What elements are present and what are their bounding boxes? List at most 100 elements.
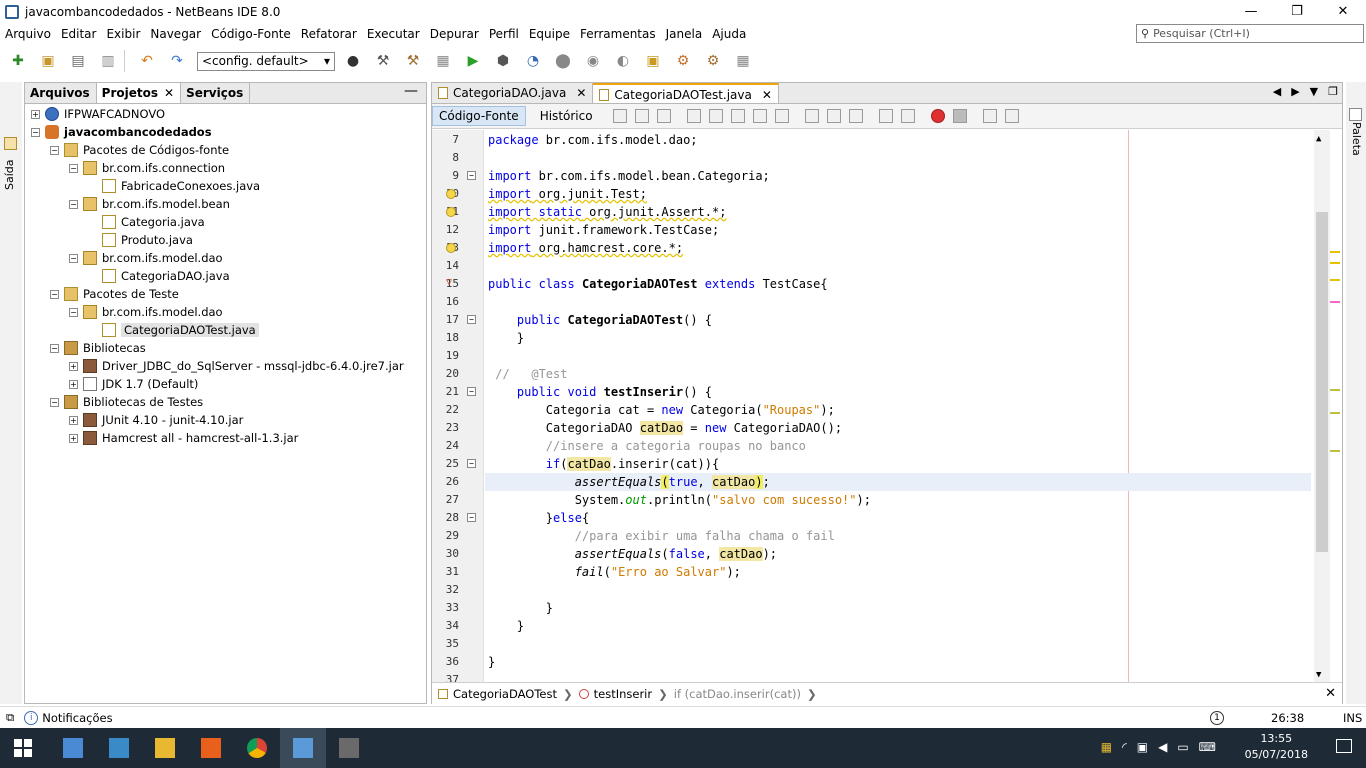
code-line[interactable]: Categoria cat = new Categoria("Roupas"); bbox=[488, 401, 835, 419]
tab-list-icon[interactable]: ▼ bbox=[1310, 85, 1318, 98]
foxit-button[interactable] bbox=[188, 728, 234, 768]
uncomment-icon[interactable] bbox=[1004, 109, 1019, 123]
battery-icon[interactable]: ▭ bbox=[1177, 740, 1188, 754]
code-area[interactable]: 789−101112131415▽1617−18192021−22232425−… bbox=[432, 130, 1342, 682]
info-icon[interactable]: i bbox=[24, 710, 39, 725]
tree-item[interactable]: + Hamcrest all - hamcrest-all-1.3.jar bbox=[69, 429, 298, 447]
step-icon[interactable]: ◐ bbox=[611, 50, 635, 72]
menu-item[interactable]: Ajuda bbox=[707, 27, 751, 41]
code-line[interactable]: import static org.junit.Assert.*; bbox=[488, 203, 726, 221]
breadcrumb-statement[interactable]: if (catDao.inserir(cat)) bbox=[668, 687, 807, 701]
expand-icon[interactable]: + bbox=[69, 415, 78, 425]
code-line[interactable]: //insere a categoria roupas no banco bbox=[488, 437, 806, 455]
scroll-right-icon[interactable]: ▶ bbox=[1291, 85, 1299, 98]
code-line[interactable]: } bbox=[488, 653, 495, 671]
menu-item[interactable]: Equipe bbox=[524, 27, 575, 41]
tree-item[interactable]: CategoriaDAOTest.java bbox=[88, 321, 259, 339]
code-line[interactable]: //para exibir uma falha chama o fail bbox=[488, 527, 835, 545]
last-edit-icon[interactable] bbox=[656, 109, 671, 123]
fold-icon[interactable]: − bbox=[467, 171, 476, 180]
scrollbar-thumb[interactable] bbox=[1316, 212, 1328, 552]
search-taskbar-button[interactable] bbox=[50, 728, 96, 768]
palette-icon[interactable] bbox=[1349, 108, 1362, 121]
tree-item[interactable]: − javacombancodedados bbox=[31, 123, 212, 141]
code-line[interactable]: import br.com.ifs.model.bean.Categoria; bbox=[488, 167, 770, 185]
code-line[interactable]: } bbox=[488, 617, 524, 635]
output-icon[interactable] bbox=[4, 137, 17, 150]
new-project-icon[interactable]: ▣ bbox=[36, 50, 60, 72]
export-icon[interactable]: ▦ bbox=[731, 50, 755, 72]
close-breadcrumb-icon[interactable]: ✕ bbox=[1325, 686, 1342, 701]
code-line[interactable]: import org.hamcrest.core.*; bbox=[488, 239, 683, 257]
collapse-icon[interactable]: − bbox=[69, 199, 78, 209]
toggle-highlight-icon[interactable] bbox=[752, 109, 767, 123]
tree-item[interactable]: + IFPWAFCADNOVO bbox=[31, 105, 165, 123]
find-icon[interactable] bbox=[686, 109, 701, 123]
maximize-button[interactable]: ❐ bbox=[1274, 0, 1320, 23]
deploy-icon[interactable]: ▣ bbox=[641, 50, 665, 72]
error-stripe-mark[interactable] bbox=[1330, 412, 1340, 414]
collapse-icon[interactable]: − bbox=[69, 253, 78, 263]
volume-icon[interactable]: ◀ bbox=[1158, 740, 1167, 754]
apps-tray-icon[interactable]: ▦ bbox=[1101, 740, 1112, 754]
search-placeholder[interactable]: Pesquisar (Ctrl+I) bbox=[1153, 27, 1250, 40]
undo-icon[interactable]: ↶ bbox=[135, 50, 159, 72]
menu-item[interactable]: Editar bbox=[56, 27, 102, 41]
collapse-icon[interactable]: − bbox=[69, 307, 78, 317]
code-line[interactable]: assertEquals(true, catDao); bbox=[488, 473, 770, 491]
menu-item[interactable]: Janela bbox=[661, 27, 708, 41]
code-line[interactable]: assertEquals(false, catDao); bbox=[488, 545, 777, 563]
scroll-down-icon[interactable]: ▼ bbox=[1316, 670, 1321, 680]
error-stripe-mark[interactable] bbox=[1330, 251, 1340, 253]
open-project-icon[interactable]: ▤ bbox=[66, 50, 90, 72]
fold-icon[interactable]: − bbox=[467, 387, 476, 396]
menu-item[interactable]: Exibir bbox=[101, 27, 145, 41]
task-view-button[interactable] bbox=[96, 728, 142, 768]
tree-item[interactable]: − br.com.ifs.model.dao bbox=[69, 303, 223, 321]
error-stripe-mark[interactable] bbox=[1330, 262, 1340, 264]
web-icon[interactable]: ⚙ bbox=[701, 50, 725, 72]
tab-categoriadao-java[interactable]: CategoriaDAO.java ✕ bbox=[432, 83, 594, 103]
shift-right-icon[interactable] bbox=[900, 109, 915, 123]
package-icon[interactable]: ⚙ bbox=[671, 50, 695, 72]
minimize-panel-button[interactable]: — bbox=[396, 83, 426, 103]
shift-left-icon[interactable] bbox=[878, 109, 893, 123]
forward-icon[interactable] bbox=[634, 109, 649, 123]
error-stripe-mark[interactable] bbox=[1330, 450, 1340, 452]
code-line[interactable]: import junit.framework.TestCase; bbox=[488, 221, 719, 239]
code-line[interactable]: package br.com.ifs.model.dao; bbox=[488, 131, 698, 149]
record-macro-icon[interactable] bbox=[930, 109, 945, 123]
palette-window-tab[interactable]: Paleta bbox=[1350, 122, 1363, 156]
tree-item[interactable]: + JUnit 4.10 - junit-4.10.jar bbox=[69, 411, 243, 429]
error-stripe-mark[interactable] bbox=[1330, 389, 1340, 391]
collapse-icon[interactable]: − bbox=[50, 343, 59, 353]
toggle-bookmark-icon[interactable] bbox=[848, 109, 863, 123]
tree-item[interactable]: − br.com.ifs.model.dao bbox=[69, 249, 223, 267]
new-file-icon[interactable]: ✚ bbox=[6, 50, 30, 72]
notification-count-badge[interactable]: 1 bbox=[1210, 710, 1224, 725]
code-line[interactable]: public CategoriaDAOTest() { bbox=[488, 311, 712, 329]
output-window-tab[interactable]: Saída bbox=[3, 159, 16, 190]
scroll-up-icon[interactable]: ▲ bbox=[1316, 134, 1321, 144]
menu-item[interactable]: Refatorar bbox=[296, 27, 362, 41]
wifi-icon[interactable]: ◜ bbox=[1122, 740, 1127, 754]
breadcrumb-method[interactable]: testInserir bbox=[573, 687, 658, 701]
menu-item[interactable]: Perfil bbox=[484, 27, 524, 41]
find-next-icon[interactable] bbox=[730, 109, 745, 123]
tree-item[interactable]: + JDK 1.7 (Default) bbox=[69, 375, 198, 393]
menu-item[interactable]: Executar bbox=[362, 27, 425, 41]
restore-window-icon[interactable]: ❐ bbox=[1328, 85, 1338, 98]
hint-bulb-icon[interactable] bbox=[446, 243, 456, 253]
run-icon[interactable]: ▶ bbox=[461, 50, 485, 72]
tab-projetos[interactable]: Projetos ✕ bbox=[96, 83, 182, 103]
code-line[interactable]: System.out.println("salvo com sucesso!")… bbox=[488, 491, 871, 509]
tree-item[interactable]: − Bibliotecas bbox=[50, 339, 146, 357]
code-line[interactable]: public class CategoriaDAOTest extends Te… bbox=[488, 275, 828, 293]
close-icon[interactable]: ✕ bbox=[164, 86, 174, 100]
hint-bulb-icon[interactable] bbox=[446, 207, 456, 217]
menu-item[interactable]: Código-Fonte bbox=[206, 27, 296, 41]
tools-taskbar-button[interactable] bbox=[326, 728, 372, 768]
profile-icon[interactable]: ◔ bbox=[521, 50, 545, 72]
comment-icon[interactable] bbox=[982, 109, 997, 123]
collapse-icon[interactable]: − bbox=[50, 289, 59, 299]
